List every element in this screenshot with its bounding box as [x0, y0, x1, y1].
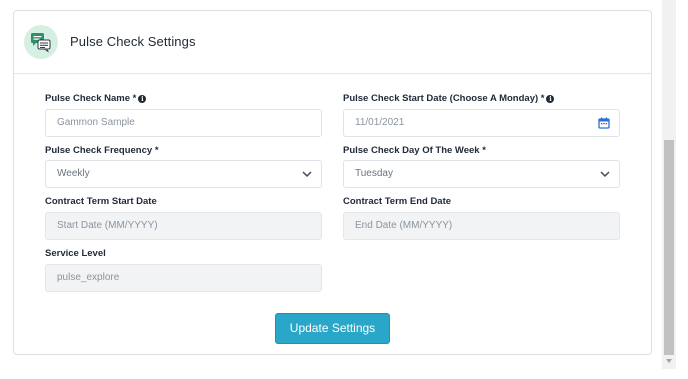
start-date-label: Pulse Check Start Date (Choose A Monday)… — [343, 93, 555, 104]
frequency-label: Pulse Check Frequency * — [45, 145, 159, 156]
start-date-label-text: Pulse Check Start Date (Choose A Monday)… — [343, 93, 545, 104]
contract-end-placeholder: End Date (MM/YYYY) — [355, 220, 453, 231]
frequency-select[interactable]: Weekly — [45, 160, 322, 188]
frequency-value: Weekly — [57, 168, 90, 179]
contract-end-label: Contract Term End Date — [343, 196, 452, 207]
card-header: Pulse Check Settings — [14, 11, 651, 74]
calendar-icon[interactable] — [598, 117, 610, 129]
service-level-label: Service Level — [45, 248, 106, 259]
contract-start-placeholder: Start Date (MM/YYYY) — [57, 220, 158, 231]
day-of-week-label: Pulse Check Day Of The Week * — [343, 145, 486, 156]
info-icon[interactable]: i — [546, 95, 555, 103]
pulse-check-name-input[interactable]: Gammon Sample — [45, 109, 322, 137]
start-date-value: 11/01/2021 — [355, 117, 405, 128]
day-of-week-select[interactable]: Tuesday — [343, 160, 620, 188]
contract-start-input[interactable]: Start Date (MM/YYYY) — [45, 212, 322, 240]
start-date-input[interactable]: 11/01/2021 — [343, 109, 620, 137]
name-label: Pulse Check Name * i — [45, 93, 147, 104]
chevron-down-icon — [302, 171, 312, 177]
chat-bubbles-icon — [24, 25, 58, 59]
day-of-week-value: Tuesday — [355, 168, 393, 179]
name-label-text: Pulse Check Name * — [45, 93, 137, 104]
page-title: Pulse Check Settings — [70, 34, 196, 49]
info-icon[interactable]: i — [138, 95, 147, 103]
service-level-input: pulse_explore — [45, 264, 322, 292]
service-level-value: pulse_explore — [57, 272, 120, 283]
contract-end-input[interactable]: End Date (MM/YYYY) — [343, 212, 620, 240]
update-settings-button[interactable]: Update Settings — [275, 313, 390, 344]
scrollbar-thumb[interactable] — [664, 140, 674, 355]
pulse-check-name-value: Gammon Sample — [57, 117, 135, 128]
scroll-down-arrow-icon[interactable] — [666, 359, 672, 363]
contract-start-label: Contract Term Start Date — [45, 196, 157, 207]
chevron-down-icon — [600, 171, 610, 177]
